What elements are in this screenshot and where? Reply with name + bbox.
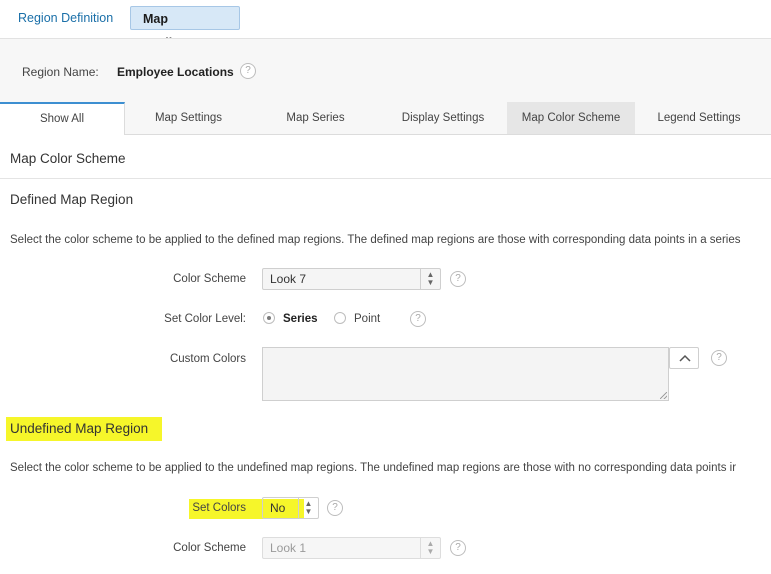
radio-series-label: Series	[283, 313, 318, 325]
help-icon[interactable]: ?	[240, 63, 256, 79]
set-colors-label: Set Colors	[192, 502, 246, 514]
custom-colors-label: Custom Colors	[169, 353, 246, 365]
tab-map-settings[interactable]: Map Settings	[125, 102, 252, 134]
tab-display-settings[interactable]: Display Settings	[379, 102, 507, 134]
updown-arrows-icon: ▲ ▼	[420, 538, 440, 558]
help-icon[interactable]: ?	[450, 271, 466, 287]
set-colors-value: No	[270, 501, 286, 515]
chevron-up-icon	[679, 354, 691, 362]
color-scheme-value: Look 7	[270, 272, 307, 286]
undefined-color-scheme-value: Look 1	[270, 541, 307, 555]
updown-arrows-icon: ▲ ▼	[298, 498, 318, 518]
help-icon[interactable]: ?	[327, 500, 343, 516]
resize-handle-icon[interactable]	[660, 392, 667, 399]
tab-region-definition[interactable]: Region Definition	[6, 6, 125, 30]
color-scheme-select[interactable]: Look 7 ▲ ▼	[262, 268, 441, 290]
region-name-value: Employee Locations	[117, 65, 234, 79]
help-icon[interactable]: ?	[711, 350, 727, 366]
help-icon[interactable]: ?	[450, 540, 466, 556]
color-scheme-label: Color Scheme	[173, 273, 246, 285]
radio-point[interactable]	[334, 312, 346, 324]
custom-colors-textarea[interactable]	[262, 347, 669, 401]
tab-map-attributes[interactable]: Map Attributes	[130, 6, 240, 50]
tab-legend-settings[interactable]: Legend Settings	[635, 102, 763, 134]
region-name-label: Region Name:	[22, 65, 99, 79]
defined-region-title: Defined Map Region	[10, 192, 134, 207]
undefined-region-description: Select the color scheme to be applied to…	[10, 462, 737, 474]
undefined-color-scheme-select[interactable]: Look 1 ▲ ▼	[262, 537, 441, 559]
tab-show-all[interactable]: Show All	[0, 102, 125, 135]
updown-arrows-icon: ▲ ▼	[420, 269, 440, 289]
defined-region-description: Select the color scheme to be applied to…	[10, 234, 741, 246]
tab-map-color-scheme[interactable]: Map Color Scheme	[507, 102, 635, 134]
radio-point-label: Point	[354, 313, 381, 325]
help-icon[interactable]: ?	[410, 311, 426, 327]
sub-tab-bar: Show All Map Settings Map Series Display…	[0, 102, 771, 135]
undefined-region-title: Undefined Map Region	[10, 421, 149, 436]
tab-map-series[interactable]: Map Series	[252, 102, 379, 134]
region-header: Region Name: Employee Locations ?	[0, 38, 771, 103]
divider	[0, 178, 771, 179]
section-title: Map Color Scheme	[10, 151, 126, 166]
radio-series[interactable]	[263, 312, 275, 324]
undefined-color-scheme-label: Color Scheme	[173, 542, 246, 554]
color-level-label: Set Color Level:	[164, 313, 246, 325]
expand-button[interactable]	[669, 347, 699, 369]
set-colors-select[interactable]: No ▲ ▼	[262, 497, 319, 519]
